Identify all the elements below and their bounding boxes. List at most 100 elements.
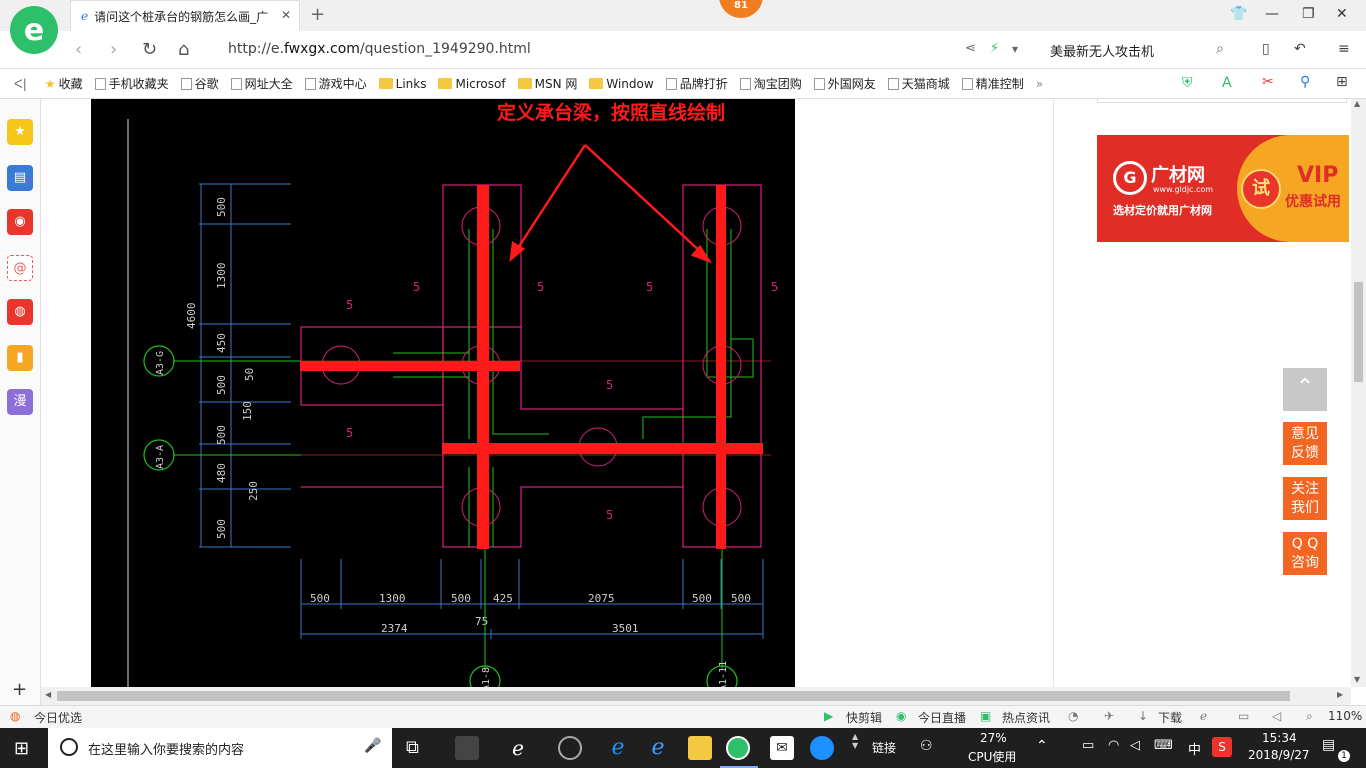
wifi-icon[interactable]: ◠: [1108, 738, 1119, 753]
status-item-2[interactable]: 热点资讯: [1002, 709, 1050, 726]
ie-icon[interactable]: ℯ: [646, 736, 670, 760]
qq-consult-button[interactable]: Q Q 咨询: [1283, 532, 1327, 575]
speed-icon[interactable]: ◔: [1068, 709, 1078, 723]
bookmark-item[interactable]: 外国网友: [813, 75, 876, 92]
today-picks-link[interactable]: 今日优选: [34, 709, 82, 726]
apps-grid-icon[interactable]: ⊞: [1336, 74, 1348, 90]
g-app-icon[interactable]: [810, 736, 834, 760]
share-icon[interactable]: ⋖: [965, 41, 976, 56]
url-input[interactable]: http://e.fwxgx.com/question_1949290.html: [228, 41, 531, 57]
scroll-right-icon[interactable]: ▶: [1337, 690, 1343, 699]
notification-badge[interactable]: 81: [719, 0, 763, 18]
magnifier-icon[interactable]: ⚲: [1300, 74, 1310, 90]
360-icon[interactable]: [558, 736, 582, 760]
comic-icon[interactable]: 漫: [7, 389, 33, 415]
pin-icon[interactable]: ✈: [1104, 709, 1114, 723]
microphone-icon[interactable]: 🎤: [364, 738, 381, 754]
favorites-star-icon[interactable]: ★: [7, 119, 33, 145]
bookmark-item[interactable]: Microsof: [438, 75, 506, 92]
search-input[interactable]: 美最新无人攻击机: [1050, 41, 1154, 60]
weibo-icon[interactable]: ◉: [7, 209, 33, 235]
active-browser-icon[interactable]: [726, 736, 750, 760]
browser-tab[interactable]: ℯ 请问这个桩承台的钢筋怎么画_广 ✕: [70, 0, 300, 31]
people-icon[interactable]: ⚇: [920, 738, 933, 754]
collapse-sidebar-icon[interactable]: ᐸ|: [14, 77, 27, 91]
file-explorer-icon[interactable]: [688, 736, 712, 760]
translate-icon[interactable]: A: [1222, 75, 1232, 91]
bookmark-item[interactable]: 谷歌: [180, 75, 219, 92]
refresh-icon[interactable]: ↻: [142, 39, 157, 60]
vertical-scrollbar[interactable]: ▲ ▼: [1351, 99, 1366, 687]
pinwheel-app-icon[interactable]: [455, 736, 479, 760]
bookmark-item[interactable]: 天猫商城: [887, 75, 950, 92]
vertical-scroll-thumb[interactable]: [1354, 282, 1363, 382]
bookmark-item[interactable]: 淘宝团购: [739, 75, 802, 92]
mail-icon[interactable]: ✉: [770, 736, 794, 760]
search-icon[interactable]: ⌕: [1216, 41, 1224, 57]
taskbar-search-box[interactable]: 在这里输入你要搜索的内容 🎤: [48, 728, 392, 768]
bookmark-item[interactable]: MSN 网: [517, 75, 577, 92]
shield-icon[interactable]: ⛨: [1182, 75, 1193, 91]
game-icon[interactable]: ◍: [7, 299, 33, 325]
window-icon[interactable]: ▭: [1238, 709, 1249, 723]
back-icon[interactable]: ‹: [75, 39, 82, 60]
status-item-3[interactable]: 下载: [1158, 709, 1182, 726]
close-tab-icon[interactable]: ✕: [281, 8, 291, 22]
follow-us-button[interactable]: 关注 我们: [1283, 477, 1327, 520]
new-tab-button[interactable]: +: [310, 4, 325, 25]
bookmark-item[interactable]: ★ 收藏: [45, 75, 83, 92]
bookmark-item[interactable]: 精准控制: [961, 75, 1024, 92]
more-bookmarks-icon[interactable]: »: [1036, 77, 1043, 91]
edge-legacy-icon[interactable]: ℯ: [506, 736, 530, 760]
restore-button[interactable]: ❐: [1302, 6, 1315, 22]
taskbar-scroll-icon[interactable]: ▲ ▼: [852, 732, 858, 750]
volume-icon[interactable]: ◁: [1130, 738, 1140, 753]
browser-logo-icon[interactable]: e: [10, 6, 58, 54]
email-icon[interactable]: @: [7, 255, 33, 281]
sogou-icon[interactable]: S: [1212, 737, 1232, 757]
skin-icon[interactable]: 👕: [1230, 6, 1247, 22]
bookmark-item[interactable]: Window: [589, 75, 654, 92]
keyboard-icon[interactable]: ⌨: [1154, 738, 1173, 753]
scroll-up-icon[interactable]: ▲: [1354, 99, 1360, 108]
clock-date[interactable]: 2018/9/27: [1248, 748, 1310, 762]
close-window-button[interactable]: ✕: [1336, 6, 1348, 22]
notification-center-icon[interactable]: ▤: [1322, 737, 1335, 753]
task-view-icon[interactable]: ⧉: [406, 737, 419, 758]
ime-indicator[interactable]: 中: [1188, 739, 1201, 758]
bookmark-item[interactable]: 品牌打折: [665, 75, 728, 92]
undo-icon[interactable]: ↶: [1294, 41, 1306, 57]
sound-icon[interactable]: ◁: [1272, 709, 1281, 723]
status-item-0[interactable]: 快剪辑: [846, 709, 882, 726]
status-item-1[interactable]: 今日直播: [918, 709, 966, 726]
tray-expand-icon[interactable]: ⌃: [1036, 738, 1048, 754]
bookmark-item[interactable]: 游戏中心: [304, 75, 367, 92]
home-icon[interactable]: ⌂: [178, 39, 189, 60]
windows-start-icon[interactable]: ⊞: [14, 738, 29, 759]
link-label[interactable]: 链接: [872, 739, 896, 756]
back-to-top-button[interactable]: ⌃: [1283, 368, 1327, 411]
horizontal-scrollbar[interactable]: ◀ ▶: [41, 687, 1351, 705]
advertisement-banner[interactable]: G 广材网 www.gldjc.com 选材定价就用广材网 试 VIP 优惠试用: [1097, 135, 1349, 242]
clock-time[interactable]: 15:34: [1262, 731, 1297, 745]
news-icon[interactable]: ▤: [7, 165, 33, 191]
edge-icon[interactable]: ℯ: [606, 736, 630, 760]
bookmark-item[interactable]: Links: [378, 75, 426, 92]
menu-icon[interactable]: ≡: [1338, 41, 1350, 57]
zoom-level[interactable]: 110%: [1328, 709, 1362, 723]
bookmark-item[interactable]: 网址大全: [230, 75, 293, 92]
minimize-button[interactable]: —: [1265, 6, 1279, 22]
scroll-left-icon[interactable]: ◀: [45, 690, 51, 699]
lightning-icon[interactable]: ⚡: [990, 41, 999, 56]
ie-mode-icon[interactable]: ℯ: [1200, 709, 1207, 723]
battery-icon[interactable]: ▭: [1082, 738, 1094, 753]
forward-icon[interactable]: ›: [110, 39, 117, 60]
bookmark-item[interactable]: 手机收藏夹: [94, 75, 169, 92]
horizontal-scroll-thumb[interactable]: [57, 691, 1290, 701]
chevron-down-icon[interactable]: ▾: [1012, 42, 1018, 56]
scissors-icon[interactable]: ✂: [1262, 74, 1274, 90]
phone-icon[interactable]: ▯: [1262, 41, 1270, 57]
scroll-down-icon[interactable]: ▼: [1354, 675, 1360, 684]
feedback-button[interactable]: 意见 反馈: [1283, 422, 1327, 465]
book-icon[interactable]: ▮: [7, 345, 33, 371]
